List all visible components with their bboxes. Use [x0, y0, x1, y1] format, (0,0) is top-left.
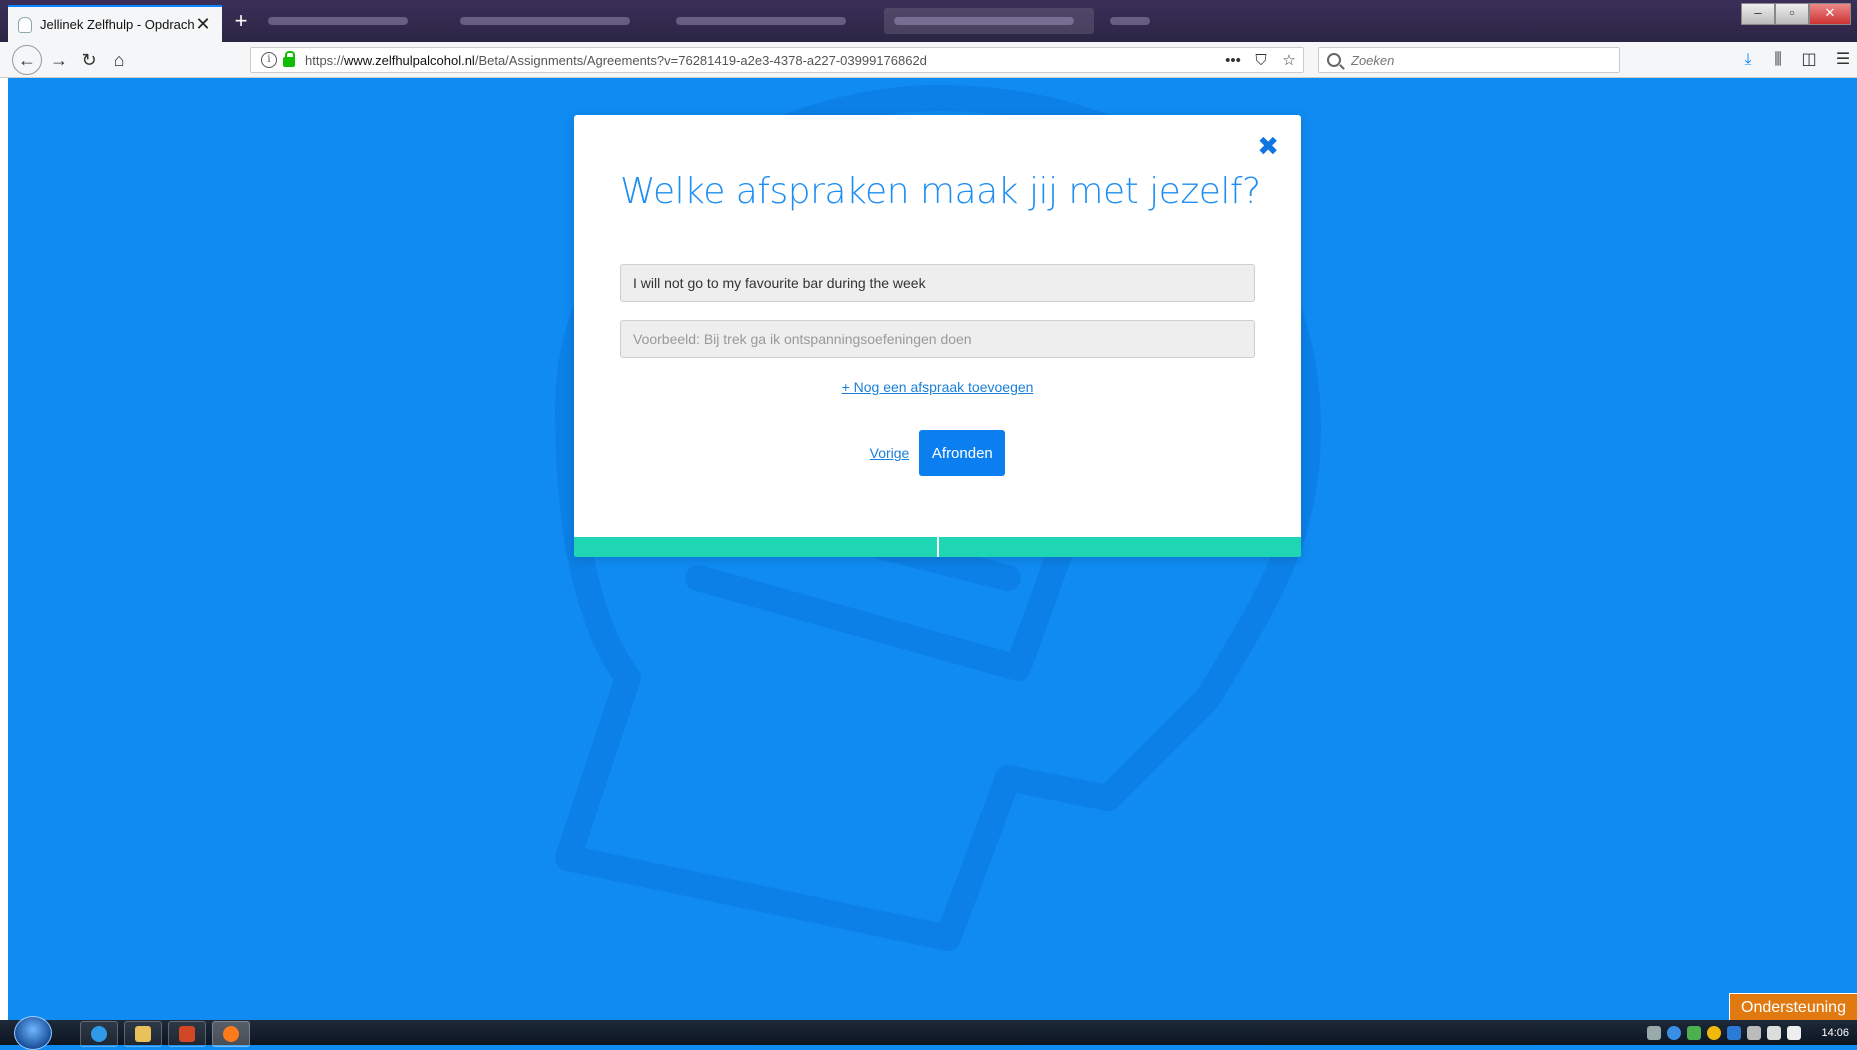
agreements-modal: ✖ Welke afspraken maak jij met jezelf? +… — [574, 115, 1301, 557]
browser-nav-bar: ← → ↻ ⌂ i https://www.zelfhulpalcohol.nl… — [0, 42, 1857, 78]
back-arrow-icon[interactable]: ← — [12, 45, 42, 75]
new-tab-button[interactable]: + — [230, 8, 252, 34]
tray-app-icon[interactable] — [1747, 1025, 1762, 1040]
tab-title: Jellinek Zelfhulp - Opdracht — [40, 17, 194, 32]
previous-link[interactable]: Vorige — [870, 445, 910, 461]
tab-active[interactable]: Jellinek Zelfhulp - Opdracht ✕ — [8, 5, 222, 42]
download-icon[interactable]: ⤓ — [1735, 48, 1761, 72]
search-icon — [1327, 53, 1341, 67]
powerpoint-icon[interactable] — [168, 1021, 206, 1047]
modal-actions: Vorige Afronden — [574, 430, 1301, 476]
progress-segment — [936, 537, 1301, 557]
url-text[interactable]: https://www.zelfhulpalcohol.nl/Beta/Assi… — [305, 53, 1219, 68]
taskbar: 14:06 — [0, 1016, 1857, 1050]
tray-app-icon[interactable] — [1687, 1025, 1702, 1040]
finish-button[interactable]: Afronden — [919, 430, 1006, 476]
browser-tab-bar: Jellinek Zelfhulp - Opdracht ✕ + – ▫ ✕ — [0, 0, 1857, 42]
pocket-icon[interactable]: ⛉ — [1247, 52, 1275, 69]
page-favicon-icon — [18, 16, 32, 33]
library-icon[interactable]: ⫼ — [1765, 48, 1791, 72]
tab-background[interactable] — [258, 8, 428, 34]
reload-icon[interactable]: ↻ — [76, 48, 102, 72]
page-actions-icon[interactable]: ••• — [1219, 52, 1247, 69]
system-tray: 14:06 — [1647, 1020, 1857, 1045]
add-agreement-link[interactable]: + Nog een afspraak toevoegen — [574, 379, 1301, 395]
home-icon[interactable]: ⌂ — [106, 48, 132, 72]
tab-background[interactable] — [666, 8, 866, 34]
window-border — [0, 78, 8, 1020]
info-icon[interactable]: i — [261, 52, 277, 68]
network-icon[interactable] — [1767, 1025, 1782, 1040]
file-explorer-icon[interactable] — [124, 1021, 162, 1047]
menu-icon[interactable]: ☰ — [1830, 48, 1856, 72]
tab-close-icon[interactable]: ✕ — [194, 14, 212, 35]
progress-bar — [574, 537, 1301, 557]
tab-background[interactable] — [884, 8, 1094, 34]
support-button[interactable]: Ondersteuning — [1729, 993, 1857, 1021]
bookmark-star-icon[interactable]: ☆ — [1275, 51, 1303, 69]
lock-icon[interactable] — [283, 51, 295, 67]
modal-title: Welke afspraken maak jij met jezelf? — [620, 171, 1261, 212]
agreement-input-1[interactable] — [620, 264, 1255, 302]
search-input[interactable] — [1349, 51, 1619, 69]
tray-app-icon[interactable] — [1727, 1025, 1742, 1040]
maximize-button[interactable]: ▫ — [1775, 3, 1809, 25]
firefox-icon[interactable] — [212, 1021, 250, 1047]
tray-app-icon[interactable] — [1667, 1025, 1682, 1040]
clock[interactable]: 14:06 — [1821, 1027, 1849, 1039]
forward-arrow-icon[interactable]: → — [46, 48, 72, 72]
progress-segment — [574, 537, 937, 557]
tray-app-icon[interactable] — [1647, 1025, 1662, 1040]
tab-background[interactable] — [450, 8, 650, 34]
search-box[interactable] — [1318, 47, 1620, 73]
window-controls: – ▫ ✕ — [1741, 3, 1851, 25]
sidebar-icon[interactable]: ◫ — [1796, 48, 1822, 72]
minimize-button[interactable]: – — [1741, 3, 1775, 25]
tab-background[interactable] — [1104, 8, 1164, 34]
tray-app-icon[interactable] — [1707, 1025, 1722, 1040]
address-bar[interactable]: i https://www.zelfhulpalcohol.nl/Beta/As… — [250, 47, 1304, 73]
close-icon[interactable]: ✖ — [1257, 133, 1279, 159]
close-window-button[interactable]: ✕ — [1809, 3, 1851, 25]
agreement-input-2[interactable] — [620, 320, 1255, 358]
internet-explorer-icon[interactable] — [80, 1021, 118, 1047]
volume-icon[interactable] — [1787, 1025, 1802, 1040]
